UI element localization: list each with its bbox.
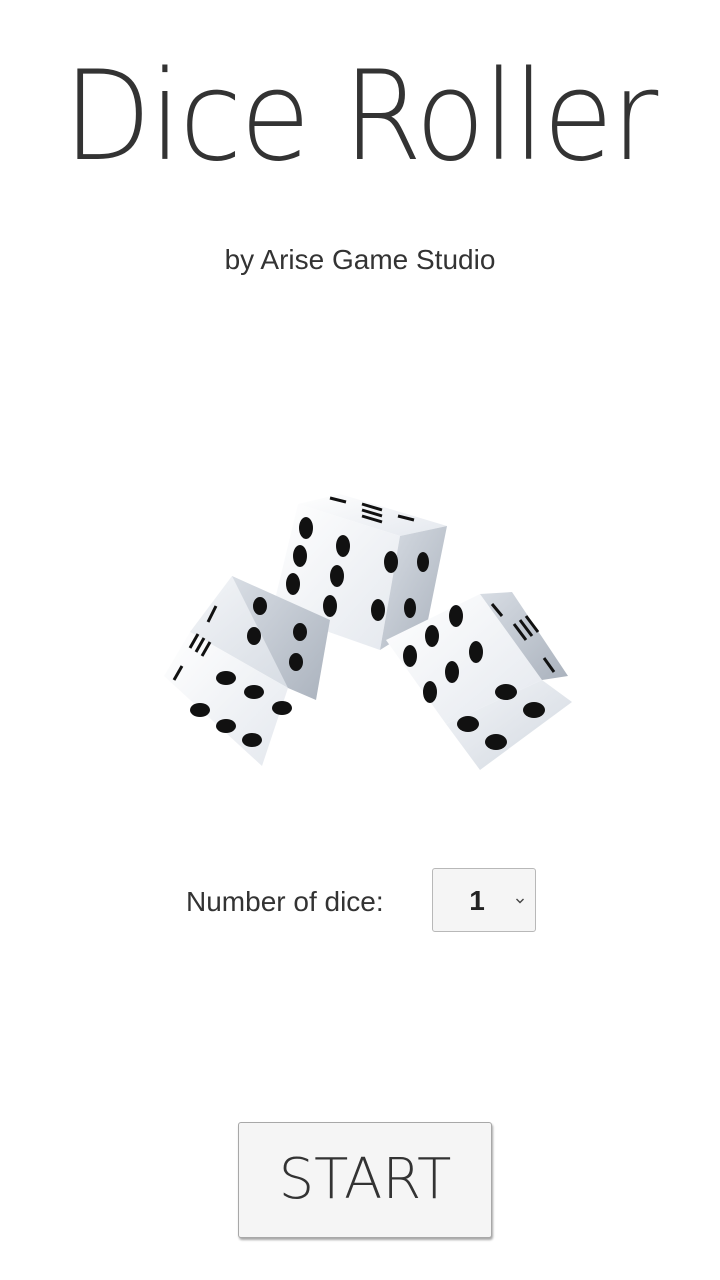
app-title: Dice Roller [63,45,659,189]
app-subtitle: by Arise Game Studio [224,244,496,275]
dice-count-select[interactable]: 1 [432,868,536,932]
three-dice-icon [164,494,572,770]
chevron-down-icon [516,898,524,904]
start-button[interactable]: START [238,1122,492,1238]
main-screen: Dice Roller by Arise Game Studio Number … [0,0,720,1280]
dice-count-label: Number of dice: [186,886,384,917]
dice-count-value: 1 [469,885,485,916]
